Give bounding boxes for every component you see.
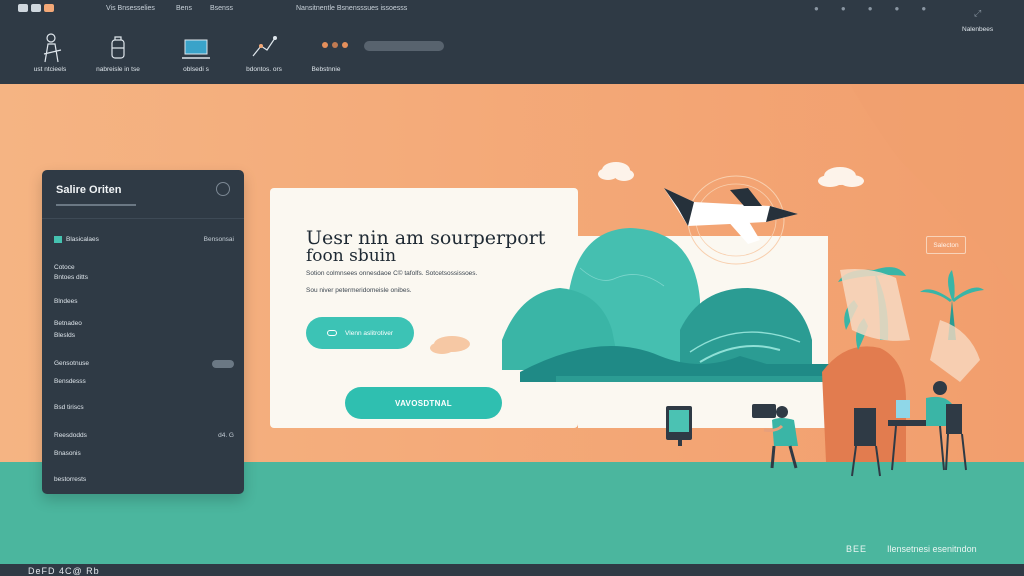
sidebar-item-10[interactable]: Reesdodds d4. G (54, 432, 234, 446)
sidebar-item-11[interactable]: Bnasonis (54, 450, 234, 464)
sidebar-item-label: Reesdodds (54, 432, 87, 439)
sidebar-item-7[interactable]: Gensotnuse (54, 360, 234, 374)
cloud-icon (430, 336, 470, 354)
cloud-outline-icon (326, 330, 337, 336)
sidebar-item-value: Bensonsai (203, 236, 234, 243)
sidebar-item-label: Blasicalaes (66, 236, 99, 244)
bottom-bar (0, 564, 1024, 576)
sidebar-item-label: Gensotnuse (54, 360, 90, 367)
secondary-cta-button[interactable]: Vlenn aslitrotiver (306, 317, 414, 349)
airplane-icon (664, 188, 798, 244)
person-reading-icon (752, 404, 798, 469)
sidebar-item-12[interactable]: bestorrests (54, 476, 234, 490)
secondary-cta-label: Vlenn aslitrotiver (344, 329, 394, 337)
tablet-stand-icon (666, 406, 692, 446)
sidebar-item-label: Bleslds (54, 332, 75, 339)
sidebar-subtitle-bar (56, 204, 136, 206)
brand-logo: BEE (846, 544, 868, 554)
primary-cta-button[interactable]: VAVOSDTNAL (345, 387, 502, 419)
sidebar-item-8[interactable]: Bensdesss (54, 378, 234, 392)
hero-subtitle: foon sbuin (306, 246, 397, 266)
sidebar-item-label: Cotoce (54, 264, 75, 271)
sidebar-toggle[interactable] (212, 360, 234, 368)
hero-description-2: Sou niver petermeridomeisle onibes. (306, 287, 412, 294)
sidebar-item-1[interactable]: Blasicalaes Bensonsai (54, 236, 234, 250)
sidebar-item-3[interactable]: Bntoes ditts (54, 274, 234, 288)
sidebar-panel: Salire Oriten Blasicalaes Bensonsai Coto… (42, 170, 244, 494)
brand-text: Ilensetnesi esenitndon (887, 544, 977, 554)
sidebar-item-6[interactable]: Bleslds (54, 332, 234, 346)
cloud-icon (598, 162, 634, 181)
sidebar-item-label: Blndees (54, 298, 78, 305)
chip-icon (54, 236, 62, 243)
hero-description-1: Sotion colmnsees onnesdaoe C© tafolfs. S… (306, 270, 478, 277)
cloud-icon (818, 167, 864, 187)
sidebar-item-value: d4. G (218, 432, 234, 439)
sidebar-item-label: Bsd tiriscs (54, 404, 84, 411)
sidebar-divider (42, 218, 244, 219)
sidebar-item-9[interactable]: Bsd tiriscs (54, 404, 234, 418)
sidebar-item-label: bestorrests (54, 476, 87, 483)
sidebar-title: Salire Oriten (56, 184, 122, 196)
sidebar-item-4[interactable]: Blndees (54, 298, 234, 312)
brand-footer: BEE Ilensetnesi esenitndon (846, 544, 977, 554)
sidebar-close-icon[interactable] (216, 182, 230, 196)
sidebar-item-label: Bntoes ditts (54, 274, 88, 281)
sidebar-item-label: Betnadeo (54, 320, 82, 327)
bottom-label: DeFD 4C@ Rb (28, 566, 100, 576)
right-tag-button[interactable]: Salecton (926, 236, 966, 254)
sidebar-item-label: Bensdesss (54, 378, 86, 385)
sidebar-item-label: Bnasonis (54, 450, 81, 457)
